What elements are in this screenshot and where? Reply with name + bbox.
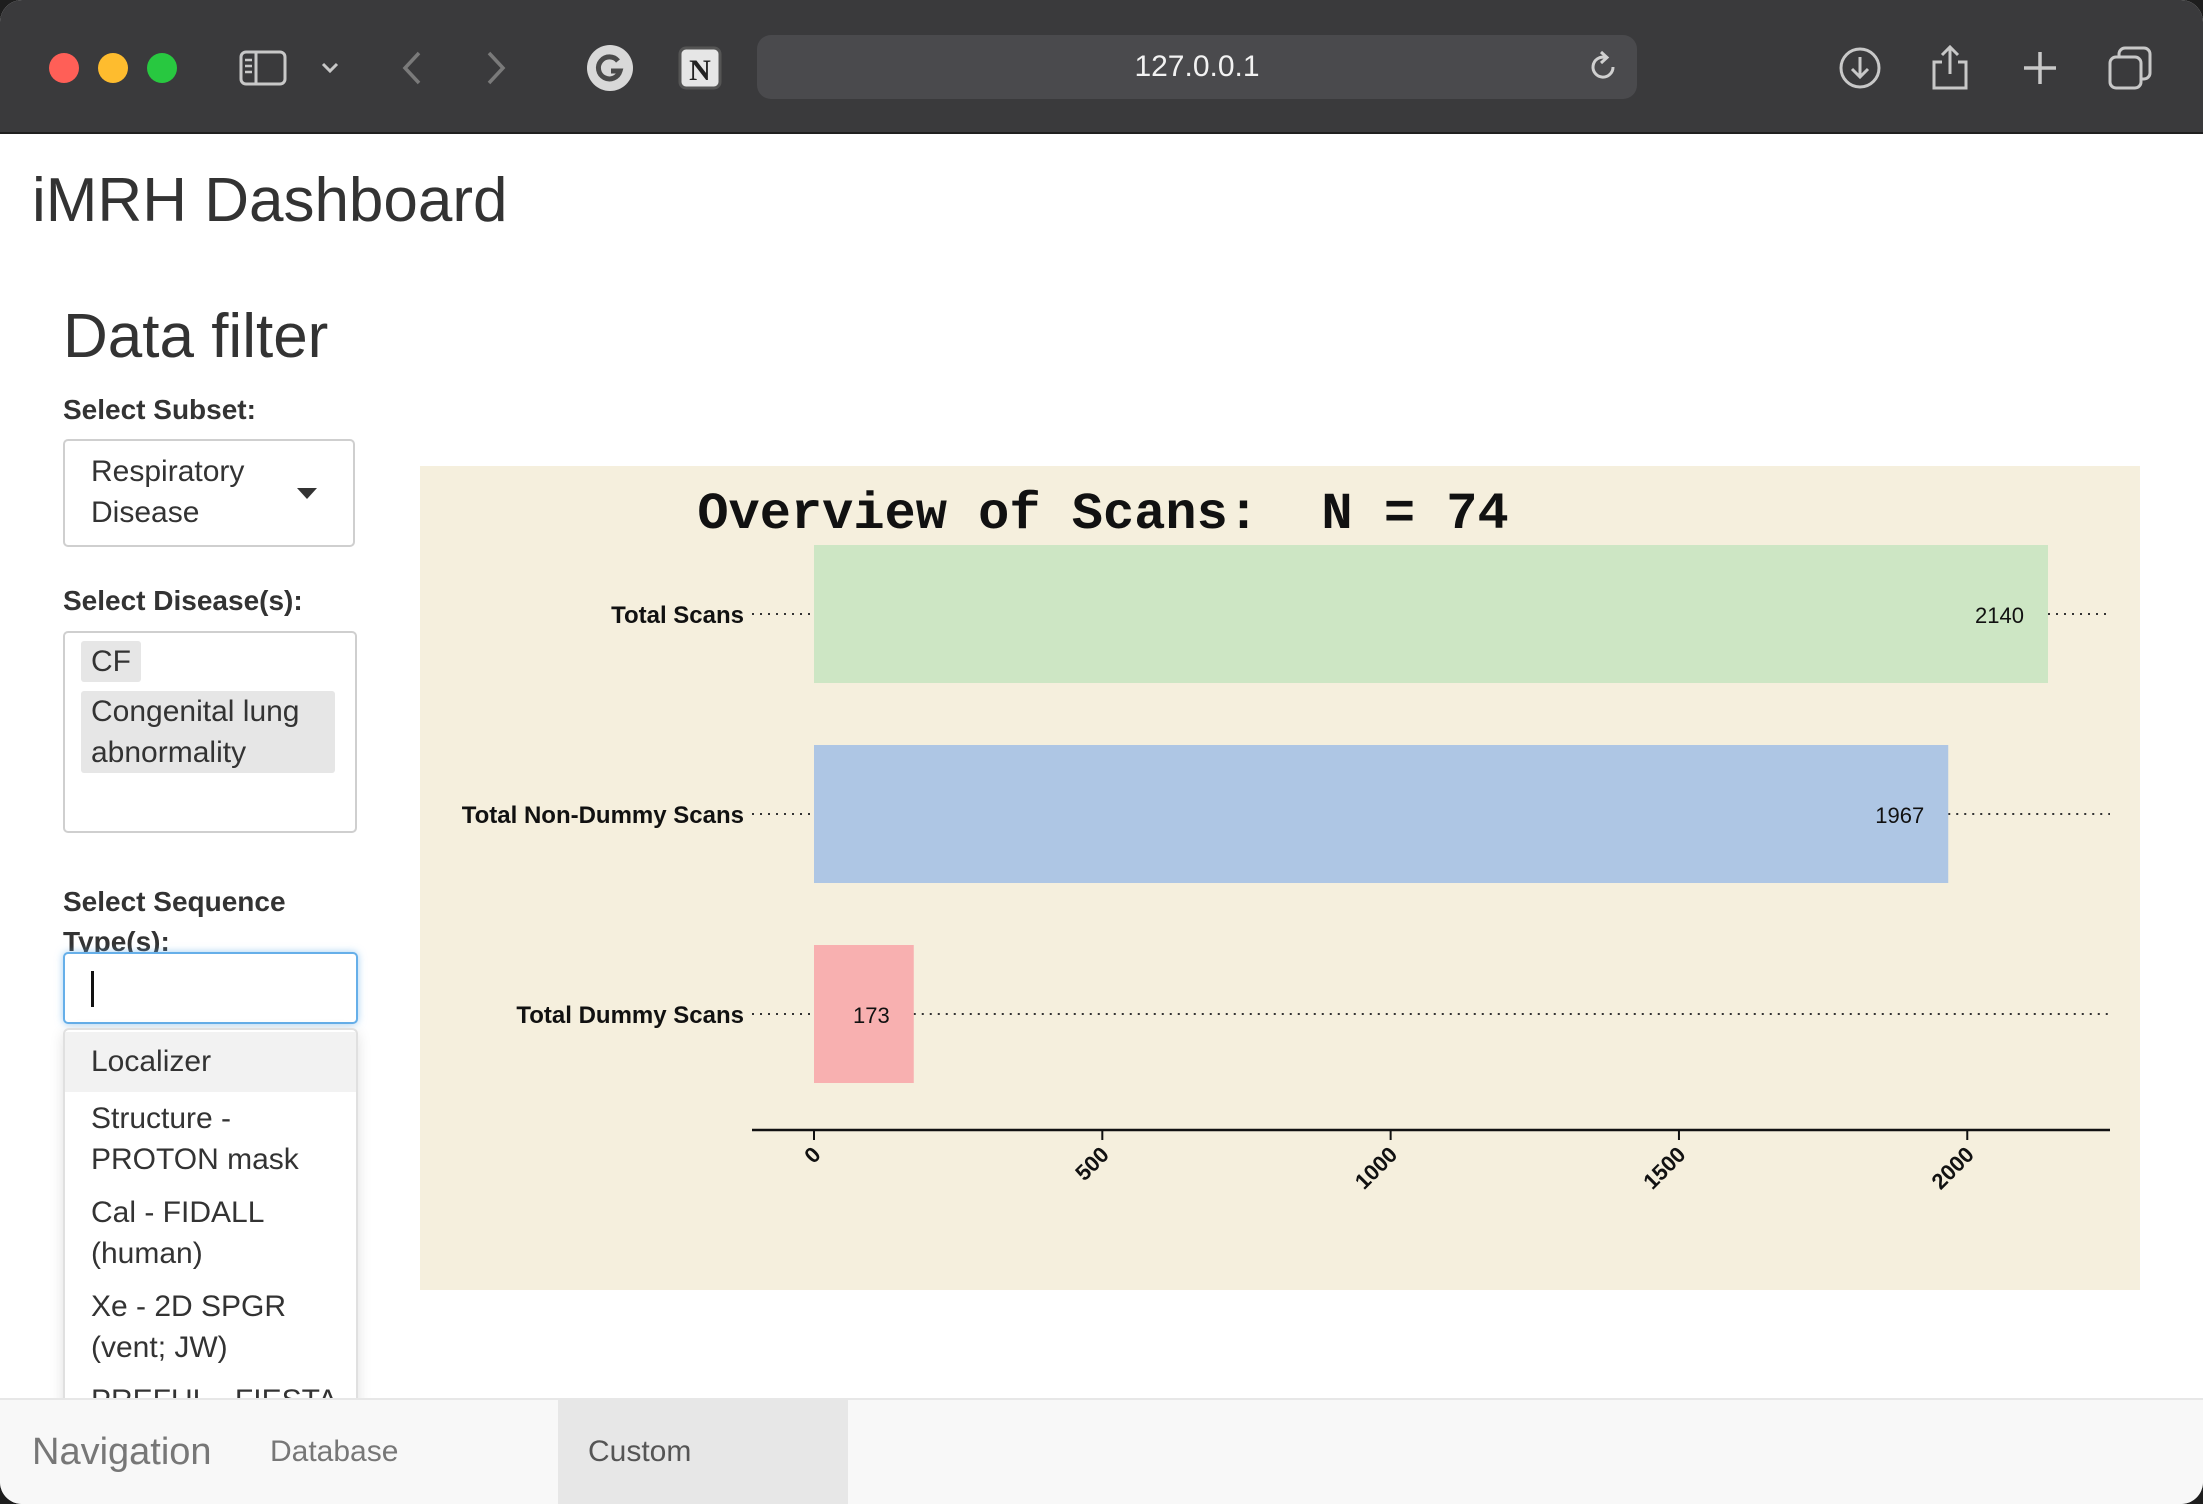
- filter-title: Data filter: [63, 302, 329, 371]
- x-axis-tick-label: 1500: [1638, 1142, 1690, 1194]
- sequence-option[interactable]: Structure - PROTON mask: [65, 1092, 356, 1186]
- close-window-button[interactable]: [49, 53, 79, 83]
- disease-tag-cf[interactable]: CF: [81, 641, 141, 682]
- sequence-search-input[interactable]: [63, 952, 358, 1024]
- reload-icon[interactable]: [1585, 49, 1621, 90]
- zoom-window-button[interactable]: [147, 53, 177, 83]
- bottom-navbar: Navigation Database Summary Custom Overv…: [0, 1398, 2203, 1504]
- minimize-window-button[interactable]: [98, 53, 128, 83]
- browser-window: N 127.0.0.1 iMRH Dashboard Data filter S…: [0, 0, 2203, 1504]
- disease-tag-congenital-lung-abnormality[interactable]: Congenital lung abnormality: [81, 691, 335, 773]
- subset-label: Select Subset:: [63, 394, 256, 425]
- address-bar[interactable]: 127.0.0.1: [757, 35, 1637, 99]
- sequence-label: Select Sequence Type(s):: [63, 886, 286, 957]
- tab-database-summary[interactable]: Database Summary: [240, 1400, 558, 1504]
- chart-title: Overview of Scans: N = 74: [697, 485, 1508, 544]
- subset-selected-value: Respiratory Disease: [91, 455, 245, 529]
- forward-arrow-icon[interactable]: [466, 38, 526, 98]
- bar-data-label: 1967: [1875, 803, 1924, 828]
- notion-logo-letter: N: [689, 54, 711, 87]
- sidebar-toggle-icon[interactable]: [233, 38, 293, 98]
- bar-category-label: Total Non-Dummy Scans: [462, 802, 744, 829]
- bar-data-label: 173: [853, 1003, 890, 1028]
- bar-category-label: Total Dummy Scans: [516, 1002, 744, 1029]
- bar: [814, 745, 1949, 883]
- x-axis-tick-label: 2000: [1927, 1142, 1979, 1194]
- sequence-option[interactable]: Xe - 2D SPGR (vent; JW): [65, 1280, 356, 1374]
- chevron-down-icon[interactable]: [302, 38, 358, 98]
- sequence-options-dropdown[interactable]: Localizer Structure - PROTON mask Cal - …: [63, 1028, 358, 1410]
- browser-toolbar: N 127.0.0.1: [0, 0, 2203, 134]
- tab-custom-overview[interactable]: Custom Overview: [558, 1400, 848, 1504]
- notion-icon[interactable]: N: [670, 38, 730, 98]
- text-cursor: [91, 971, 94, 1007]
- x-axis-tick-label: 1000: [1350, 1142, 1402, 1194]
- disease-label: Select Disease(s):: [63, 585, 303, 616]
- tab-overview-icon[interactable]: [2100, 38, 2160, 98]
- download-icon[interactable]: [1830, 38, 1890, 98]
- bar-category-label: Total Scans: [611, 602, 744, 629]
- back-arrow-icon[interactable]: [382, 38, 442, 98]
- x-axis-tick-label: 0: [799, 1142, 825, 1168]
- url-text: 127.0.0.1: [1134, 50, 1260, 83]
- share-icon[interactable]: [1920, 38, 1980, 98]
- app-title: iMRH Dashboard: [32, 166, 508, 235]
- sequence-option[interactable]: Cal - FIDALL (human): [65, 1186, 356, 1280]
- dropdown-caret-icon: [297, 488, 317, 499]
- grammarly-icon[interactable]: [580, 38, 640, 98]
- nav-brand[interactable]: Navigation: [32, 1400, 212, 1504]
- page-content: iMRH Dashboard Data filter Select Subset…: [0, 134, 2203, 1410]
- sequence-option[interactable]: Localizer: [65, 1032, 356, 1092]
- chart-svg: Overview of Scans: N = 74 Total Scans 214…: [462, 485, 2110, 1194]
- scan-overview-chart: Overview of Scans: N = 74 Total Scans 214…: [420, 466, 2140, 1290]
- x-axis-tick-label: 500: [1070, 1142, 1114, 1186]
- subset-select[interactable]: Respiratory Disease: [63, 439, 355, 547]
- new-tab-plus-icon[interactable]: [2010, 38, 2070, 98]
- bar-data-label: 2140: [1975, 603, 2024, 628]
- bar: [814, 545, 2048, 683]
- disease-multiselect[interactable]: CF Congenital lung abnormality: [63, 631, 357, 833]
